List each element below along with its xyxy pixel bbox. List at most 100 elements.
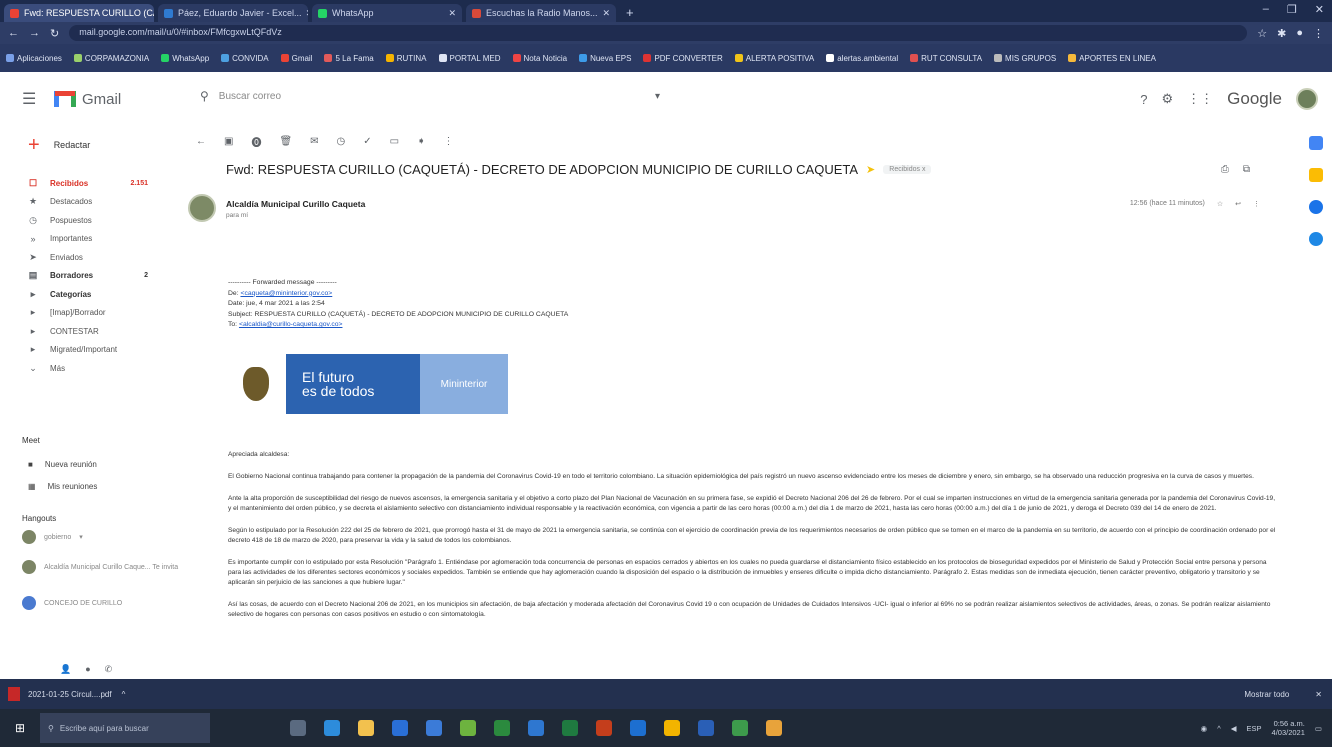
notifications-icon[interactable]: ▭	[1315, 724, 1322, 733]
show-all-downloads-button[interactable]: Mostrar todo	[1244, 690, 1289, 699]
important-marker-icon[interactable]: ➤	[866, 163, 875, 176]
chevron-up-icon[interactable]: ^	[1217, 724, 1221, 733]
browser-tab-radio[interactable]: Escuchas la Radio Manos... ✕	[466, 4, 616, 22]
edge-icon[interactable]	[324, 720, 340, 736]
calendar-icon[interactable]	[1309, 136, 1323, 150]
close-window-button[interactable]: ✕	[1315, 3, 1324, 16]
sidebar-item-mas[interactable]: ⌄ Más	[0, 359, 180, 378]
bookmark-item[interactable]: Gmail	[280, 54, 312, 63]
app3-icon[interactable]	[766, 720, 782, 736]
to-email-link[interactable]: <alcaldia@curillo-caqueta.gov.co>	[239, 321, 343, 328]
close-download-bar-button[interactable]: ✕	[1315, 690, 1322, 699]
clock[interactable]: 0:56 a.m. 4/03/2021	[1272, 719, 1305, 737]
sidebar-item-importantes[interactable]: » Importantes	[0, 230, 180, 249]
person-icon[interactable]: 👤	[60, 664, 71, 675]
bookmark-item[interactable]: RUTINA	[385, 54, 427, 63]
download-item[interactable]: 2021-01-25 Circul....pdf	[28, 690, 112, 699]
task-view-icon[interactable]	[290, 720, 306, 736]
hangouts-contact[interactable]: Alcaldía Municipal Curillo Caque... Te i…	[22, 560, 178, 574]
mail-icon[interactable]	[426, 720, 442, 736]
recipient-details[interactable]: para mí	[226, 212, 365, 219]
forward-icon[interactable]: →	[29, 27, 40, 40]
mark-unread-icon[interactable]: ✉	[310, 136, 318, 147]
more-options-icon[interactable]: ⋮	[444, 136, 454, 147]
print-icon[interactable]: ⎙	[1221, 164, 1229, 175]
add-task-icon[interactable]: ✓	[363, 136, 371, 147]
sidebar-item-borradores[interactable]: ▤ Borradores 2	[0, 267, 180, 286]
menu-dots-icon[interactable]: ⋮	[1313, 27, 1324, 40]
settings-gear-icon[interactable]: ⚙	[1162, 91, 1174, 107]
taskbar-search[interactable]: ⚲ Escribe aquí para buscar	[40, 713, 210, 743]
search-input[interactable]: Buscar correo	[219, 91, 281, 102]
powerpoint-icon[interactable]	[596, 720, 612, 736]
extensions-icon[interactable]: ✱	[1277, 27, 1286, 40]
sender-avatar[interactable]	[188, 194, 216, 222]
my-meetings-button[interactable]: ▦ Mis reuniones	[28, 482, 97, 491]
browser-tab-excel[interactable]: Páez, Eduardo Javier - Excel...✕	[158, 4, 308, 22]
skype-icon[interactable]	[528, 720, 544, 736]
location-icon[interactable]: ●	[85, 664, 90, 675]
new-tab-button[interactable]: +	[626, 5, 634, 20]
keep-icon[interactable]	[1309, 168, 1323, 182]
close-tab-icon[interactable]: ✕	[444, 8, 456, 19]
bookmark-item[interactable]: CORPAMAZONIA	[73, 54, 149, 63]
new-meeting-button[interactable]: ■ Nueva reunión	[28, 460, 97, 469]
windows-start-icon[interactable]: ⊞	[0, 721, 40, 735]
sidebar-item-pospuestos[interactable]: ◷ Pospuestos	[0, 211, 180, 230]
sidebar-item-imap-borrador[interactable]: ▸ [Imap]/Borrador	[0, 304, 180, 323]
phone-icon[interactable]: ✆	[105, 664, 113, 675]
hamburger-menu-icon[interactable]: ☰	[22, 89, 40, 109]
bookmark-item[interactable]: alertas.ambiental	[826, 54, 898, 63]
profile-icon[interactable]: ●	[1296, 27, 1303, 40]
more-icon[interactable]: ⋮	[1253, 200, 1260, 208]
gmail-logo[interactable]: Gmail	[54, 91, 121, 108]
network-icon[interactable]: ◉	[1201, 724, 1208, 733]
bookmark-item[interactable]: 5 La Fama	[324, 54, 374, 63]
contacts-icon[interactable]	[1309, 232, 1323, 246]
hangouts-contact[interactable]: CONCEJO DE CURILLO	[22, 596, 122, 610]
apps-grid-icon[interactable]: ⋮⋮	[1187, 91, 1213, 107]
delete-icon[interactable]: 🗑	[279, 136, 292, 147]
search-options-icon[interactable]: ▾	[655, 91, 660, 102]
bookmark-item[interactable]: APORTES EN LINEA	[1068, 54, 1156, 63]
google-account-label[interactable]: Google	[1227, 89, 1282, 109]
compose-button[interactable]: + Redactar	[28, 135, 90, 155]
back-arrow-icon[interactable]: ←	[196, 136, 206, 147]
browser-tab-gmail[interactable]: Fwd: RESPUESTA CURILLO (CAQ...✕	[4, 4, 154, 22]
bookmark-item[interactable]: PDF CONVERTER	[643, 54, 723, 63]
ie-icon[interactable]	[630, 720, 646, 736]
account-avatar[interactable]	[1296, 88, 1318, 110]
excel-icon[interactable]	[562, 720, 578, 736]
app2-icon[interactable]	[732, 720, 748, 736]
open-new-window-icon[interactable]: ⧉	[1243, 164, 1250, 175]
inbox-label-badge[interactable]: Recibidos x	[883, 165, 932, 174]
sidebar-item-categorias[interactable]: ▸ Categorías	[0, 285, 180, 304]
store-icon[interactable]	[392, 720, 408, 736]
sidebar-item-contestar[interactable]: ▸ CONTESTAR	[0, 322, 180, 341]
search-icon[interactable]: ⚲	[200, 89, 209, 103]
search-box[interactable]: ⚲ Buscar correo ▾	[190, 80, 670, 112]
bookmark-item[interactable]: WhatsApp	[161, 54, 209, 63]
bookmark-item[interactable]: MIS GRUPOS	[994, 54, 1056, 63]
close-tab-icon[interactable]: ✕	[302, 8, 308, 19]
star-bookmark-icon[interactable]: ☆	[1257, 27, 1267, 40]
from-email-link[interactable]: <caqueta@mininterior.gov.co>	[240, 290, 332, 297]
url-field[interactable]: mail.google.com/mail/u/0/#inbox/FMfcgxwL…	[69, 25, 1248, 41]
bookmark-item[interactable]: Nota Noticia	[512, 54, 567, 63]
hangouts-user[interactable]: gobierno ▾	[22, 530, 83, 544]
star-icon[interactable]: ☆	[1217, 200, 1223, 208]
minimize-button[interactable]: –	[1263, 3, 1269, 16]
bookmark-item[interactable]: ALERTA POSITIVA	[734, 54, 814, 63]
bookmark-item[interactable]: Aplicaciones	[6, 54, 62, 63]
vpn-icon[interactable]	[460, 720, 476, 736]
sender-name[interactable]: Alcaldía Municipal Curillo Caqueta	[226, 199, 365, 209]
bookmark-item[interactable]: Nueva EPS	[579, 54, 631, 63]
chrome-icon[interactable]	[664, 720, 680, 736]
sidebar-item-destacados[interactable]: ★ Destacados	[0, 193, 180, 212]
tasks-icon[interactable]	[1309, 200, 1323, 214]
sidebar-item-enviados[interactable]: ➤ Enviados	[0, 248, 180, 267]
volume-icon[interactable]: ◀	[1231, 724, 1237, 733]
file-explorer-icon[interactable]	[358, 720, 374, 736]
chevron-up-icon[interactable]: ^	[122, 690, 126, 699]
browser-tab-whatsapp[interactable]: WhatsApp ✕	[312, 4, 462, 22]
